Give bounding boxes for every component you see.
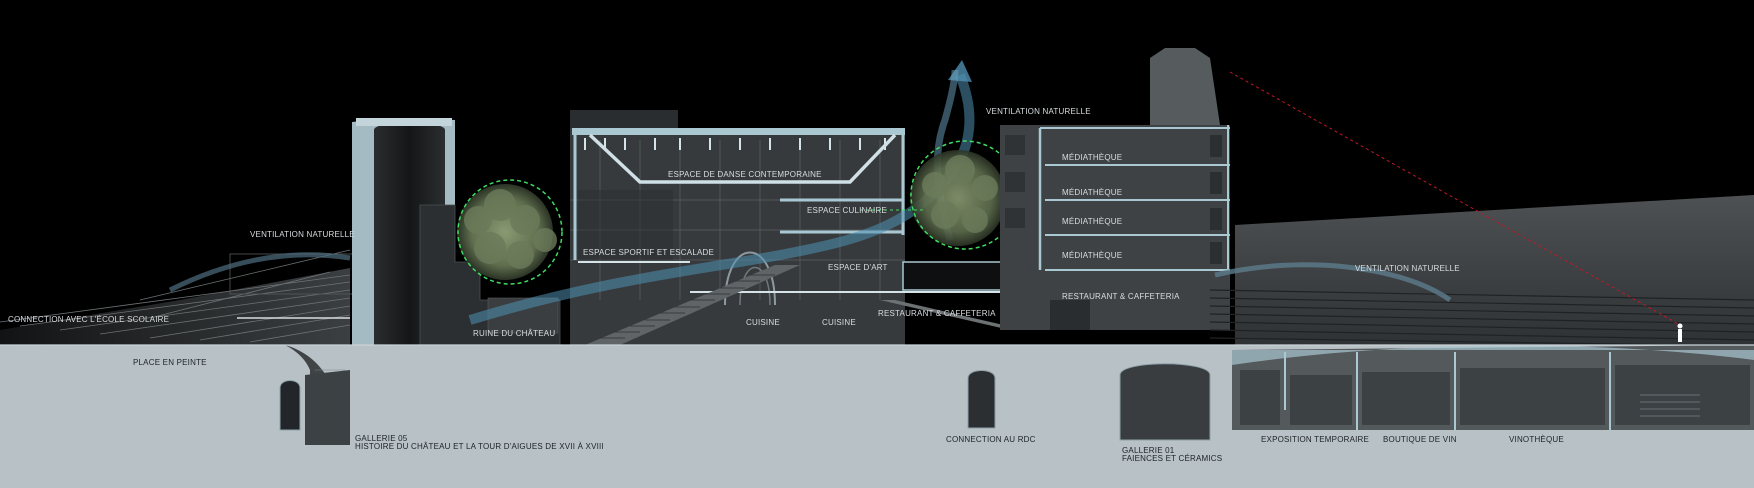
label-gallerie01-sub: FAIENCES ET CÉRAMICS <box>1122 454 1223 463</box>
basement-arch-small <box>279 380 301 431</box>
label-boutique: BOUTIQUE DE VIN <box>1383 435 1457 444</box>
label-restaurant-high: RESTAURANT & CAFFETERIA <box>1062 292 1180 301</box>
tower-cap <box>356 118 452 126</box>
label-restaurant-low: RESTAURANT & CAFFETERIA <box>878 309 996 318</box>
label-gallerie05-sub: HISTOIRE DU CHÂTEAU ET LA TOUR D'AIGUES … <box>355 442 604 451</box>
label-ventilation-top: VENTILATION NATURELLE <box>986 107 1091 116</box>
label-vinotheque: VINOTHÈQUE <box>1509 435 1564 444</box>
label-cuisine-1: CUISINE <box>746 318 780 327</box>
connection-rdc-shaft <box>967 370 996 429</box>
mediatheque-roof <box>1150 48 1220 125</box>
label-espace-sportif: ESPACE SPORTIF ET ESCALADE <box>583 248 715 257</box>
mediatheque-side-windows <box>1005 135 1025 228</box>
section-drawing <box>0 48 1754 488</box>
label-espace-art: ESPACE D'ART <box>828 263 888 272</box>
label-mediatheque-2: MÉDIATHÈQUE <box>1062 188 1123 197</box>
label-ruine-chateau: RUINE DU CHÂTEAU <box>473 329 556 338</box>
label-espace-culinaire: ESPACE CULINAIRE <box>807 206 887 215</box>
label-exposition: EXPOSITION TEMPORAIRE <box>1261 435 1370 444</box>
label-mediatheque-3: MÉDIATHÈQUE <box>1062 217 1123 226</box>
label-connection-ecole: CONNECTION AVEC L'ÉCOLE SCOLAIRE <box>8 315 170 324</box>
label-ventilation-right: VENTILATION NATURELLE <box>1355 264 1460 273</box>
label-place-pente: PLACE EN PEINTE <box>133 358 207 367</box>
left-terraces <box>0 268 350 345</box>
roof-truss <box>572 128 905 135</box>
label-espace-danse: ESPACE DE DANSE CONTEMPORAINE <box>668 170 822 179</box>
human-figure <box>1677 323 1683 342</box>
architectural-section-diagram: VENTILATION NATURELLE VENTILATION NATURE… <box>0 0 1754 488</box>
label-cuisine-2: CUISINE <box>822 318 856 327</box>
gallerie01-room <box>1119 363 1211 441</box>
label-mediatheque-4: MÉDIATHÈQUE <box>1062 251 1123 260</box>
label-connection-rdc: CONNECTION AU RDC <box>946 435 1036 444</box>
gallerie05-room <box>305 370 350 445</box>
label-mediatheque-1: MÉDIATHÈQUE <box>1062 153 1123 162</box>
caffeteria-counter <box>1050 300 1090 330</box>
label-ventilation-left: VENTILATION NATURELLE <box>250 230 355 239</box>
